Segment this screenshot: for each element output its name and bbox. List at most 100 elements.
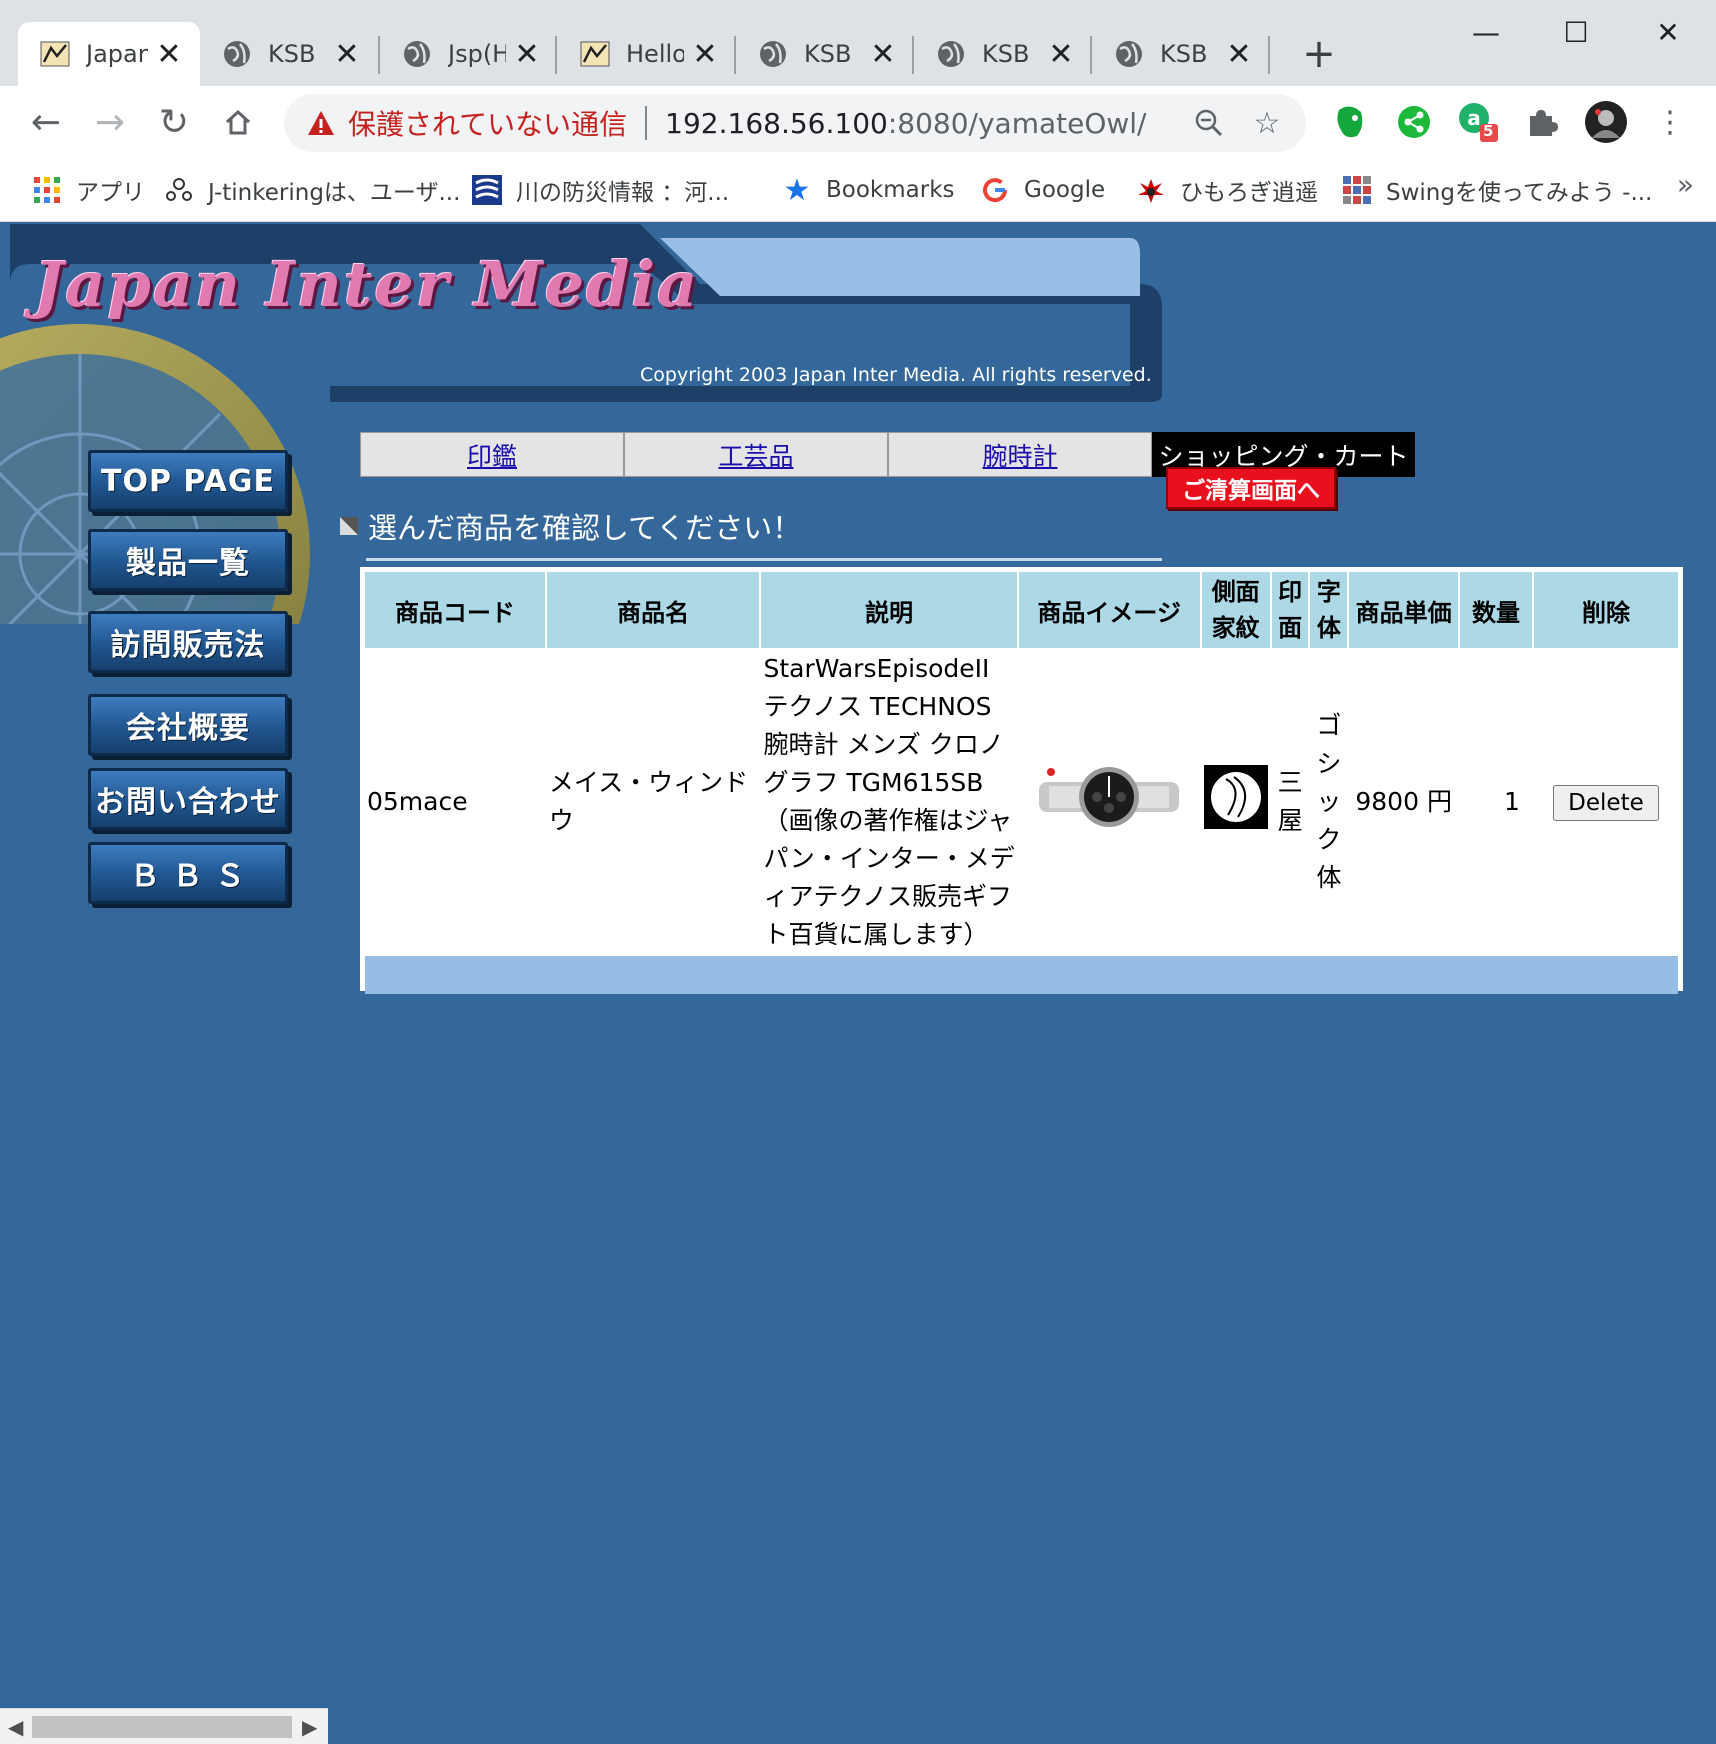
- top-page-button[interactable]: TOP PAGE: [88, 450, 288, 512]
- new-tab-button[interactable]: +: [1295, 30, 1343, 78]
- family-crest-cell: [1201, 650, 1270, 954]
- browser-toolbar: ← → ↻ 保護されていない通信 192.168.56.100:8080/yam…: [0, 86, 1716, 158]
- warning-icon: [308, 111, 334, 135]
- copyright-text: Copyright 2003 Japan Inter Media. All ri…: [640, 364, 1152, 386]
- bookmarks-bar: アプリ J-tinkeringは、ユーザ... 川の防災情報 ：河... ★ B…: [0, 158, 1716, 222]
- table-row: 05mace メイス・ウィンドウ StarWarsEpisodeII テクノス …: [365, 650, 1678, 954]
- product-image-cell: [1018, 650, 1200, 954]
- forward-arrow-icon[interactable]: →: [84, 96, 136, 148]
- share-extension-icon[interactable]: [1390, 98, 1438, 146]
- bookmark-item[interactable]: Google: [980, 170, 1105, 210]
- globe-icon: [220, 37, 254, 71]
- bookmark-item[interactable]: ひもろぎ逍遥: [1136, 170, 1318, 210]
- company-overview-button[interactable]: 会社概要: [88, 694, 288, 756]
- evernote-icon[interactable]: [1326, 98, 1374, 146]
- browser-tab-4[interactable]: Hello ✕: [558, 22, 736, 86]
- tab-title: KSB: [268, 40, 316, 68]
- star-icon: ★: [783, 172, 811, 208]
- globe-icon: [400, 37, 434, 71]
- tab-title: KSB: [982, 40, 1030, 68]
- globe-icon: [934, 37, 968, 71]
- window-close-icon[interactable]: ✕: [1622, 10, 1714, 54]
- scroll-left-arrow-icon[interactable]: ◀: [8, 1715, 23, 1739]
- reload-icon[interactable]: ↻: [148, 96, 200, 148]
- page-viewport: Japan Inter Media Copyright 2003 Japan I…: [0, 222, 1716, 1744]
- product-code: 05mace: [365, 650, 545, 954]
- minimize-icon[interactable]: —: [1440, 10, 1532, 54]
- tomcat-icon: [38, 37, 72, 71]
- bbs-button[interactable]: Ｂ Ｂ Ｓ: [88, 842, 288, 904]
- close-icon[interactable]: ✕: [1224, 37, 1254, 72]
- tab-title: KSB: [804, 40, 852, 68]
- column-header: 商品単価: [1349, 572, 1459, 648]
- seal-face: 三屋: [1271, 650, 1309, 954]
- extension-a-icon[interactable]: a 5: [1454, 98, 1502, 146]
- browser-tab-5[interactable]: KSB ✕: [736, 22, 914, 86]
- bookmark-item[interactable]: アプリ: [32, 170, 145, 210]
- menu-kebab-icon[interactable]: ⋮: [1646, 98, 1694, 146]
- more-bookmarks-chevron-icon[interactable]: »: [1677, 168, 1694, 201]
- extension-badge: 5: [1483, 122, 1494, 140]
- address-bar[interactable]: 保護されていない通信 192.168.56.100:8080/yamateOwl…: [284, 94, 1306, 152]
- scroll-right-arrow-icon[interactable]: ▶: [302, 1715, 317, 1739]
- tab-crafts[interactable]: 工芸品: [624, 432, 888, 477]
- confirm-message: 選んだ商品を確認してください！: [340, 505, 801, 547]
- bookmark-item[interactable]: ★ Bookmarks: [782, 170, 955, 210]
- table-footer-row: [365, 956, 1678, 994]
- contact-button[interactable]: お問い合わせ: [88, 768, 288, 830]
- door-to-door-law-button[interactable]: 訪問販売法: [88, 611, 288, 673]
- site-logo: Japan Inter Media: [34, 248, 700, 321]
- close-icon[interactable]: ✕: [690, 37, 720, 72]
- product-list-button[interactable]: 製品一覧: [88, 529, 288, 591]
- scrollbar-thumb[interactable]: [32, 1716, 292, 1738]
- bookmark-item[interactable]: Swingを使ってみよう -...: [1342, 170, 1652, 210]
- home-icon[interactable]: [212, 96, 264, 148]
- bookmark-item[interactable]: J-tinkeringは、ユーザ...: [164, 170, 460, 210]
- tab-separator: [555, 36, 557, 74]
- browser-tab-3[interactable]: Jsp(H ✕: [380, 22, 558, 86]
- omnibox-divider: [645, 106, 648, 140]
- maximize-icon[interactable]: ☐: [1530, 10, 1622, 54]
- unit-price: 9800 円: [1349, 650, 1459, 954]
- close-icon[interactable]: ✕: [1046, 37, 1076, 72]
- delete-cell: Delete: [1533, 650, 1678, 954]
- zoom-icon[interactable]: [1188, 102, 1230, 144]
- tab-title: Jsp(H: [448, 40, 506, 68]
- globe-icon: [756, 37, 790, 71]
- security-status[interactable]: 保護されていない通信: [348, 103, 627, 143]
- browser-tab-7[interactable]: KSB ✕: [1092, 22, 1270, 86]
- watch-image: [1039, 766, 1180, 827]
- tab-title: Hello: [626, 40, 684, 68]
- close-icon[interactable]: ✕: [332, 37, 362, 72]
- table-header-row: 商品コード 商品名 説明 商品イメージ 側面家紋 印面 字体 商品単価 数量 削…: [365, 572, 1678, 648]
- tab-watches[interactable]: 腕時計: [888, 432, 1152, 477]
- avatar[interactable]: [1582, 98, 1630, 146]
- browser-tab-1[interactable]: Japan Inter Media ✕: [18, 22, 200, 86]
- url-text[interactable]: 192.168.56.100:8080/yamateOwl/: [665, 107, 1146, 140]
- network-icon: [164, 175, 194, 205]
- svg-text:a: a: [1467, 106, 1481, 130]
- tab-seals[interactable]: 印鑑: [360, 432, 624, 477]
- delete-button[interactable]: Delete: [1553, 785, 1659, 821]
- column-header: 側面家紋: [1201, 572, 1270, 648]
- browser-tab-6[interactable]: KSB ✕: [914, 22, 1092, 86]
- close-icon[interactable]: ✕: [154, 37, 184, 72]
- column-header: 商品名: [546, 572, 760, 648]
- tab-title: KSB: [1160, 40, 1208, 68]
- close-icon[interactable]: ✕: [868, 37, 898, 72]
- divider: [366, 558, 1162, 561]
- column-header: 商品イメージ: [1018, 572, 1200, 648]
- apps-grid-icon: [32, 175, 62, 205]
- globe-icon: [1112, 37, 1146, 71]
- column-header: 印面: [1271, 572, 1309, 648]
- bookmark-item[interactable]: 川の防災情報 ：河...: [472, 170, 729, 210]
- checkout-button[interactable]: ご清算画面へ: [1166, 467, 1336, 509]
- browser-tab-2[interactable]: KSB ✕: [200, 22, 378, 86]
- puzzle-icon[interactable]: [1518, 98, 1566, 146]
- crest-icon: [1136, 175, 1166, 205]
- back-arrow-icon[interactable]: ←: [20, 96, 72, 148]
- bookmark-star-icon[interactable]: ☆: [1246, 102, 1288, 144]
- river-logo-icon: [472, 175, 502, 205]
- horizontal-scrollbar[interactable]: ◀ ▶: [0, 1708, 328, 1744]
- close-icon[interactable]: ✕: [512, 37, 542, 72]
